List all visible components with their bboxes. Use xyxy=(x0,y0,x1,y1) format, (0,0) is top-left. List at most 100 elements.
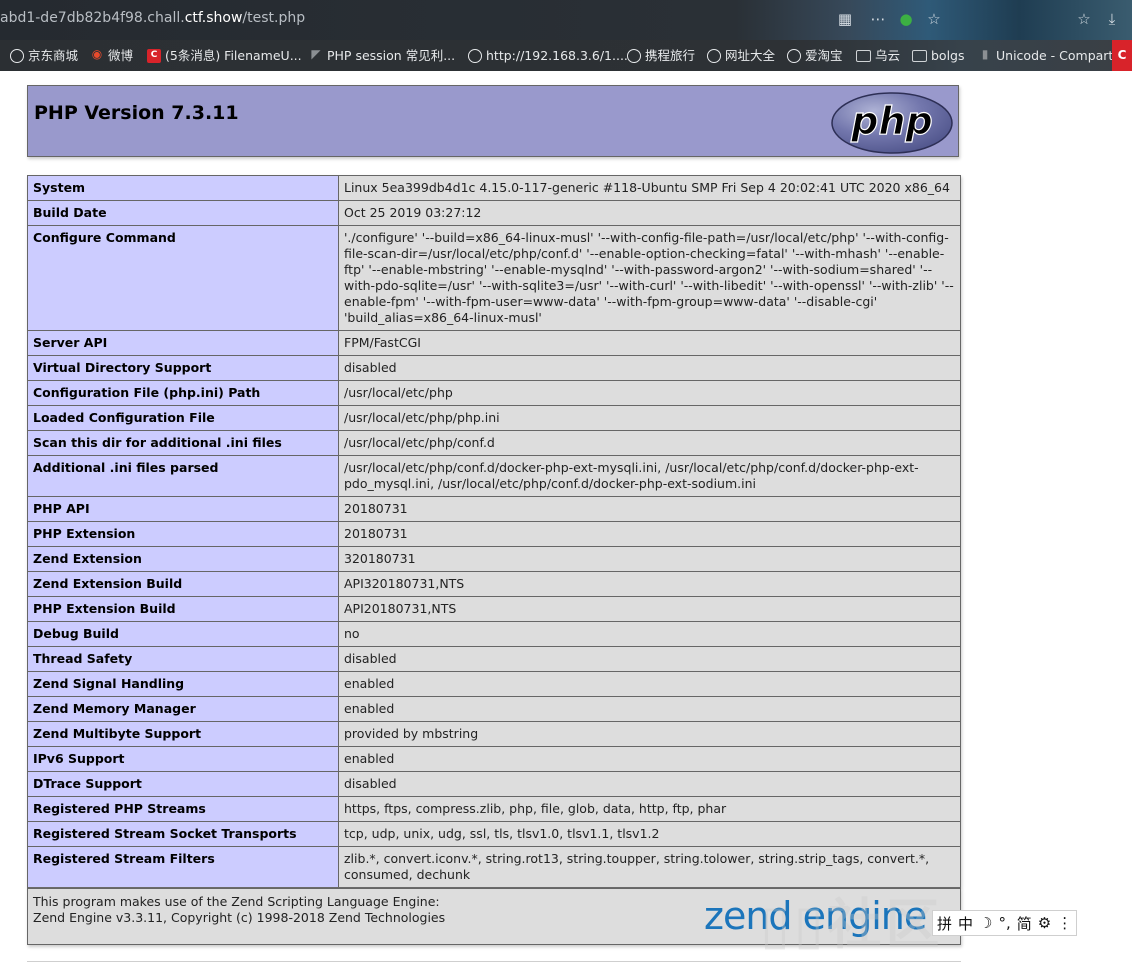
download-icon[interactable]: ⤓ xyxy=(1102,9,1122,29)
info-key: PHP API xyxy=(27,496,339,522)
info-key: IPv6 Support xyxy=(27,746,339,772)
info-row: Registered Stream Socket Transports tcp, … xyxy=(27,821,961,847)
bookmarks-bar: 京东商城 ◉ 微博 C (5条消息) FilenameU... ◤ PHP sessi… xyxy=(0,40,1132,71)
csdn-icon[interactable]: C xyxy=(1112,40,1132,71)
globe-icon xyxy=(627,48,641,63)
info-key: Additional .ini files parsed xyxy=(27,455,339,497)
folder-icon xyxy=(912,49,927,62)
info-key: Server API xyxy=(27,330,339,356)
info-key: Loaded Configuration File xyxy=(27,405,339,431)
zend-text-line: This program makes use of the Zend Scrip… xyxy=(33,894,440,909)
globe-icon xyxy=(468,48,482,63)
info-value: /usr/local/etc/php xyxy=(338,380,961,406)
globe-icon xyxy=(10,48,24,63)
bookmark-folder[interactable]: 乌云 xyxy=(856,40,900,71)
info-value: /usr/local/etc/php/conf.d/docker-php-ext… xyxy=(338,455,961,497)
info-row: Additional .ini files parsed/usr/local/e… xyxy=(27,455,961,497)
info-value: provided by mbstring xyxy=(338,721,961,747)
info-row: Debug Build no xyxy=(27,621,961,647)
info-row: Thread Safety disabled xyxy=(27,646,961,672)
info-key: Zend Memory Manager xyxy=(27,696,339,722)
info-row: PHP Extension Build API20180731,NTS xyxy=(27,596,961,622)
bookmark-icon: ▮ xyxy=(981,46,989,61)
info-key: Scan this dir for additional .ini files xyxy=(27,430,339,456)
info-value: disabled xyxy=(338,355,961,381)
info-row: Zend Extension Build API320180731,NTS xyxy=(27,571,961,597)
bookmark-item[interactable]: http://192.168.3.6/1.... xyxy=(468,40,628,71)
bookmark-item[interactable]: 携程旅行 xyxy=(627,40,695,71)
bookmark-item[interactable]: 京东商城 xyxy=(10,40,78,71)
ime-chinese-mode-icon[interactable]: 中 xyxy=(958,913,973,934)
info-row: Loaded Configuration File/usr/local/etc/… xyxy=(27,405,961,431)
php-logo-text: php xyxy=(850,99,932,143)
ime-more-icon[interactable]: ⋮ xyxy=(1057,914,1072,932)
url-field[interactable]: abd1-de7db82b4f98.chall.ctf.show/test.ph… xyxy=(0,10,305,26)
info-row: Zend Multibyte Support provided by mbstri… xyxy=(27,721,961,747)
globe-icon xyxy=(787,48,801,63)
info-value: 320180731 xyxy=(338,546,961,572)
divider xyxy=(27,961,961,962)
ime-settings-icon[interactable]: ⚙ xyxy=(1038,914,1051,932)
bookmark-item[interactable]: ◤ PHP session 常见利... xyxy=(309,40,455,71)
page-title: PHP Version 7.3.11 xyxy=(34,102,239,124)
ime-pinyin-icon[interactable]: 拼 xyxy=(937,913,952,934)
info-key: Thread Safety xyxy=(27,646,339,672)
bookmark-item[interactable]: 网址大全 xyxy=(707,40,775,71)
info-value: Oct 25 2019 03:27:12 xyxy=(338,200,961,226)
zend-engine-logo[interactable]: zend engine xyxy=(704,893,958,943)
browser-address-bar: abd1-de7db82b4f98.chall.ctf.show/test.ph… xyxy=(0,0,1132,40)
info-value: disabled xyxy=(338,771,961,797)
info-value: tcp, udp, unix, udg, ssl, tls, tlsv1.0, … xyxy=(338,821,961,847)
info-row: Virtual Directory Support disabled xyxy=(27,355,961,381)
info-key: Registered PHP Streams xyxy=(27,796,339,822)
bookmark-item[interactable]: ▮ Unicode - Compart xyxy=(978,40,1114,71)
more-icon[interactable]: ⋯ xyxy=(868,9,888,29)
info-row: System Linux 5ea399db4d1c 4.15.0-117-gene… xyxy=(27,175,961,201)
info-value: /usr/local/etc/php/conf.d xyxy=(338,430,961,456)
info-key: Debug Build xyxy=(27,621,339,647)
php-logo[interactable]: php xyxy=(830,91,954,155)
info-key: System xyxy=(27,175,339,201)
ime-simplified-icon[interactable]: 简 xyxy=(1017,913,1032,934)
info-key: PHP Extension Build xyxy=(27,596,339,622)
info-row: PHP Extension 20180731 xyxy=(27,521,961,547)
info-key: Registered Stream Socket Transports xyxy=(27,821,339,847)
info-key: PHP Extension xyxy=(27,521,339,547)
info-key: Configure Command xyxy=(27,225,339,331)
url-domain: ctf.show xyxy=(184,10,243,26)
ime-punctuation-icon[interactable]: °, xyxy=(998,914,1010,932)
info-row: Configuration File (php.ini) Path/usr/lo… xyxy=(27,380,961,406)
zend-engine-box: This program makes use of the Zend Scrip… xyxy=(27,888,961,945)
url-prefix: abd1-de7db82b4f98.chall. xyxy=(0,10,185,26)
csdn-icon: C xyxy=(147,48,161,63)
info-value: 20180731 xyxy=(338,521,961,547)
extension-icon[interactable]: ● xyxy=(896,9,916,29)
bookmark-star-icon[interactable]: ☆ xyxy=(924,9,944,29)
info-row: Build Date Oct 25 2019 03:27:12 xyxy=(27,200,961,226)
bookmark-item[interactable]: ◉ 微博 xyxy=(90,40,133,71)
info-value: enabled xyxy=(338,746,961,772)
info-value: enabled xyxy=(338,696,961,722)
info-key: Virtual Directory Support xyxy=(27,355,339,381)
ime-toolbar: 拼中 ☽ °, 简 ⚙ ⋮ xyxy=(932,910,1078,936)
bookmark-item[interactable]: 爱淘宝 xyxy=(787,40,843,71)
php-version-header: PHP Version 7.3.11 php xyxy=(27,85,959,157)
bookmark-folder[interactable]: bolgs xyxy=(912,40,965,71)
bookmark-item[interactable]: C (5条消息) FilenameU... xyxy=(147,40,302,71)
info-key: Build Date xyxy=(27,200,339,226)
qr-code-icon[interactable]: ▦ xyxy=(835,9,855,29)
info-value: FPM/FastCGI xyxy=(338,330,961,356)
info-value: enabled xyxy=(338,671,961,697)
ime-moon-icon[interactable]: ☽ xyxy=(979,914,992,932)
info-key: Zend Extension xyxy=(27,546,339,572)
info-value: 20180731 xyxy=(338,496,961,522)
info-key: Configuration File (php.ini) Path xyxy=(27,380,339,406)
info-row: Server API FPM/FastCGI xyxy=(27,330,961,356)
info-value: /usr/local/etc/php/php.ini xyxy=(338,405,961,431)
info-row: PHP API 20180731 xyxy=(27,496,961,522)
weibo-icon: ◉ xyxy=(91,46,103,61)
info-value: API320180731,NTS xyxy=(338,571,961,597)
favorites-icon[interactable]: ☆ xyxy=(1074,9,1094,29)
info-row: Registered Stream Filters zlib.*, convert… xyxy=(27,846,961,888)
info-key: Zend Extension Build xyxy=(27,571,339,597)
